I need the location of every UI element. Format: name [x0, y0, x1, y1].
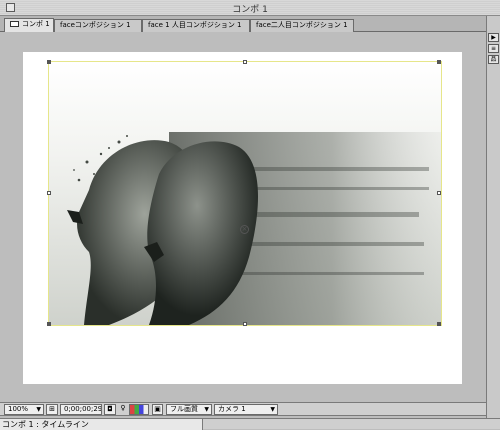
viewer-statusbar: 100% ▼ ⊞ 0;00;00;29 ◘ ♀ ▣ フル画質 ▼ カメラ 1 ▼: [0, 402, 486, 416]
layer-handle[interactable]: [47, 60, 51, 64]
timecode-field[interactable]: 0;00;00;29: [60, 404, 102, 415]
arrow-right-icon[interactable]: ▶: [488, 33, 499, 42]
comp-icon: [10, 21, 19, 27]
view-select[interactable]: カメラ 1 ▼: [214, 404, 278, 415]
composition-viewer: ×: [0, 32, 486, 402]
layer-handle[interactable]: [437, 60, 441, 64]
tab-face-second-comp[interactable]: face二人目コンポジション 1: [250, 19, 354, 32]
tab-label: face 1 人目コンポジション 1: [148, 21, 242, 29]
chevron-down-icon: ▼: [36, 406, 41, 413]
flowchart-icon[interactable]: 品: [488, 55, 499, 64]
quality-select[interactable]: フル画質 ▼: [166, 404, 212, 415]
quality-value: フル画質: [170, 405, 198, 413]
zoom-select[interactable]: 100% ▼: [4, 404, 44, 415]
chevron-down-icon: ▼: [270, 406, 275, 413]
composition-tabs: コンポ 1 faceコンポジション 1 face 1 人目コンポジション 1 f…: [0, 16, 486, 32]
anchor-point-icon[interactable]: ×: [240, 225, 249, 234]
tab-label: faceコンポジション 1: [60, 21, 131, 29]
timeline-title: コンポ 1 : タイムライン: [0, 419, 203, 430]
chevron-down-icon: ▼: [204, 406, 209, 413]
layer-handle[interactable]: [243, 60, 247, 64]
menu-icon[interactable]: ≡: [488, 44, 499, 53]
layer-handle[interactable]: [243, 322, 247, 326]
window-title: コンポ 1: [232, 5, 268, 15]
layer-handle[interactable]: [437, 191, 441, 195]
layer-handle[interactable]: [47, 191, 51, 195]
zoom-value: 100%: [8, 405, 29, 413]
resolution-icon[interactable]: ▣: [152, 404, 163, 415]
image-layer[interactable]: ×: [47, 60, 442, 326]
right-sidebar: ▶ ≡ 品: [486, 16, 500, 429]
snapshot-icon[interactable]: ◘: [104, 404, 116, 415]
composition-canvas[interactable]: ×: [23, 52, 462, 384]
tab-face-comp[interactable]: faceコンポジション 1: [54, 19, 142, 32]
timecode-value: 0;00;00;29: [64, 405, 102, 413]
layer-handle[interactable]: [47, 322, 51, 326]
view-value: カメラ 1: [218, 405, 246, 413]
channel-icon[interactable]: [129, 404, 149, 415]
timeline-window[interactable]: コンポ 1 : タイムライン: [0, 418, 500, 430]
tab-label: コンポ 1: [22, 20, 50, 28]
mask-icon[interactable]: ♀: [118, 404, 128, 415]
tab-comp-1[interactable]: コンポ 1: [4, 18, 54, 32]
layer-image: [49, 62, 441, 325]
region-icon[interactable]: ⊞: [46, 404, 58, 415]
window-titlebar[interactable]: コンポ 1: [0, 0, 500, 16]
tab-label: face二人目コンポジション 1: [256, 21, 348, 29]
layer-handle[interactable]: [437, 322, 441, 326]
tab-face-first-comp[interactable]: face 1 人目コンポジション 1: [142, 19, 250, 32]
